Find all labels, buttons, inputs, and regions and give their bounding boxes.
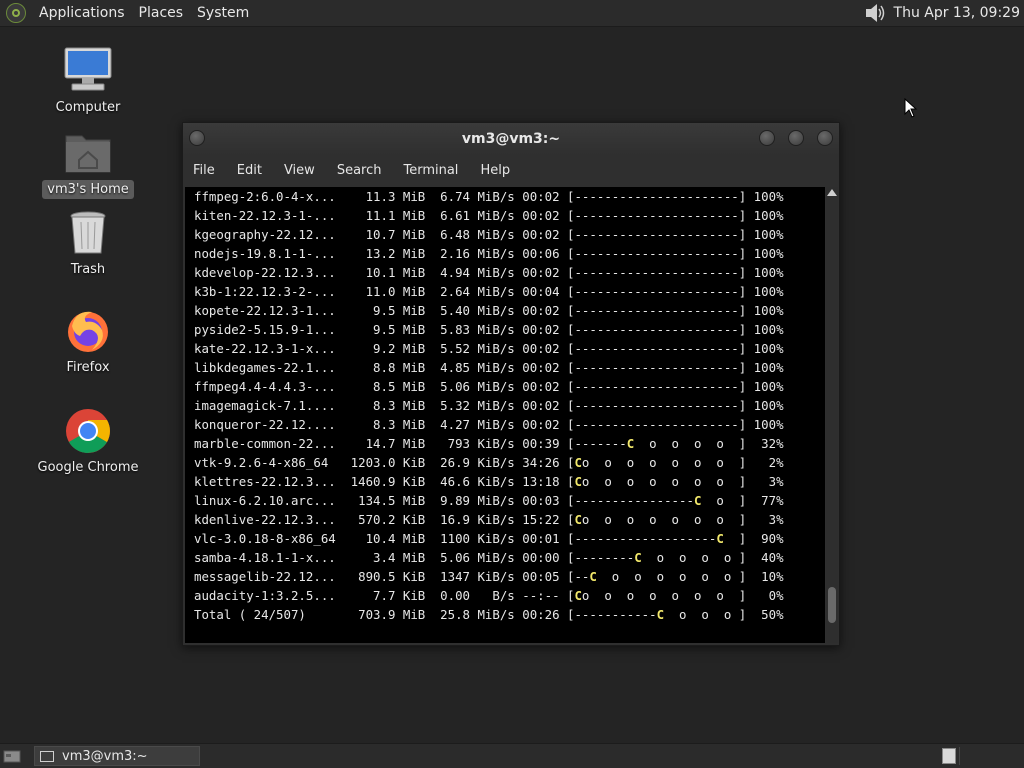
computer-icon: [62, 46, 114, 94]
menu-view[interactable]: View: [273, 163, 326, 178]
menu-edit[interactable]: Edit: [226, 163, 273, 178]
terminal-line: marble-common-22... 14.7 MiB 793 KiB/s 0…: [194, 436, 784, 451]
terminal-line: ffmpeg-2:6.0-4-x... 11.3 MiB 6.74 MiB/s …: [194, 189, 784, 204]
terminal-line: kopete-22.12.3-1... 9.5 MiB 5.40 MiB/s 0…: [194, 303, 784, 318]
scrollbar-thumb[interactable]: [828, 587, 836, 623]
terminal-line: linux-6.2.10.arc... 134.5 MiB 9.89 MiB/s…: [194, 493, 784, 508]
desktop-icon-label: Google Chrome: [37, 460, 139, 475]
terminal-line: kdevelop-22.12.3... 10.1 MiB 4.94 MiB/s …: [194, 265, 784, 280]
window-menubar: File Edit View Search Terminal Help: [183, 155, 839, 185]
terminal-line: imagemagick-7.1.... 8.3 MiB 5.32 MiB/s 0…: [194, 398, 784, 413]
menu-search[interactable]: Search: [326, 163, 393, 178]
terminal-window[interactable]: vm3@vm3:~ File Edit View Search Terminal…: [182, 122, 840, 646]
desktop-icon-label: Trash: [70, 262, 106, 277]
scroll-up-arrow-icon[interactable]: [827, 189, 837, 196]
terminal-line: Total ( 24/507) 703.9 MiB 25.8 MiB/s 00:…: [194, 607, 784, 622]
volume-icon[interactable]: [864, 3, 886, 23]
terminal-line: pyside2-5.15.9-1... 9.5 MiB 5.83 MiB/s 0…: [194, 322, 784, 337]
menu-help[interactable]: Help: [469, 163, 521, 178]
window-title: vm3@vm3:~: [461, 131, 561, 147]
terminal-line: vlc-3.0.18-8-x86_64 10.4 MiB 1100 KiB/s …: [194, 531, 784, 546]
workspace-switcher-2[interactable]: [959, 747, 988, 765]
distro-logo-icon[interactable]: [6, 3, 26, 23]
close-button[interactable]: [817, 130, 833, 146]
desktop-icon-home[interactable]: vm3's Home: [28, 128, 148, 199]
desktop-icon-chrome[interactable]: Google Chrome: [28, 406, 148, 477]
show-desktop-icon[interactable]: [2, 748, 22, 764]
terminal-line: vtk-9.2.6-4-x86_64 1203.0 KiB 26.9 KiB/s…: [194, 455, 784, 470]
top-panel: Applications Places System Thu Apr 13, 0…: [0, 0, 1024, 27]
terminal-line: klettres-22.12.3... 1460.9 KiB 46.6 KiB/…: [194, 474, 784, 489]
trash-icon: [62, 208, 114, 256]
terminal-text: ffmpeg-2:6.0-4-x... 11.3 MiB 6.74 MiB/s …: [185, 187, 825, 624]
desktop-icon-label: Computer: [55, 100, 121, 115]
terminal-line: samba-4.18.1-1-x... 3.4 MiB 5.06 MiB/s 0…: [194, 550, 784, 565]
terminal-output[interactable]: ffmpeg-2:6.0-4-x... 11.3 MiB 6.74 MiB/s …: [185, 187, 825, 643]
home-folder-icon: [62, 128, 114, 176]
mouse-pointer-icon: [904, 97, 918, 122]
terminal-line: messagelib-22.12... 890.5 KiB 1347 KiB/s…: [194, 569, 784, 584]
menu-applications[interactable]: Applications: [32, 5, 132, 21]
clock[interactable]: Thu Apr 13, 09:29: [894, 5, 1020, 21]
taskbar-item-label: vm3@vm3:~: [62, 748, 148, 764]
desktop-icon-label: Firefox: [66, 360, 110, 375]
terminal-line: libkdegames-22.1... 8.8 MiB 4.85 MiB/s 0…: [194, 360, 784, 375]
terminal-scrollbar[interactable]: [826, 187, 838, 643]
taskbar-item-terminal[interactable]: vm3@vm3:~: [34, 746, 200, 766]
firefox-icon: [62, 306, 114, 354]
terminal-line: kate-22.12.3-1-x... 9.2 MiB 5.52 MiB/s 0…: [194, 341, 784, 356]
terminal-line: nodejs-19.8.1-1-... 13.2 MiB 2.16 MiB/s …: [194, 246, 784, 261]
desktop-icon-firefox[interactable]: Firefox: [28, 306, 148, 377]
terminal-line: ffmpeg4.4-4.4.3-... 8.5 MiB 5.06 MiB/s 0…: [194, 379, 784, 394]
window-titlebar[interactable]: vm3@vm3:~: [183, 123, 839, 155]
maximize-button[interactable]: [788, 130, 804, 146]
terminal-icon: [40, 750, 54, 762]
menu-file[interactable]: File: [183, 163, 226, 178]
menu-terminal[interactable]: Terminal: [392, 163, 469, 178]
terminal-line: k3b-1:22.12.3-2-... 11.0 MiB 2.64 MiB/s …: [194, 284, 784, 299]
minimize-button[interactable]: [759, 130, 775, 146]
terminal-line: konqueror-22.12.... 8.3 MiB 4.27 MiB/s 0…: [194, 417, 784, 432]
desktop-icon-label: vm3's Home: [42, 180, 134, 199]
terminal-line: audacity-1:3.2.5... 7.7 KiB 0.00 B/s --:…: [194, 588, 784, 603]
bottom-panel: vm3@vm3:~: [0, 743, 1024, 768]
menu-places[interactable]: Places: [132, 5, 191, 21]
window-menu-button[interactable]: [189, 130, 205, 146]
terminal-line: kgeography-22.12... 10.7 MiB 6.48 MiB/s …: [194, 227, 784, 242]
terminal-line: kdenlive-22.12.3... 570.2 KiB 16.9 KiB/s…: [194, 512, 784, 527]
chrome-icon: [62, 406, 114, 454]
workspace-switcher-1[interactable]: [942, 748, 956, 764]
menu-system[interactable]: System: [190, 5, 256, 21]
desktop-icon-computer[interactable]: Computer: [28, 46, 148, 117]
terminal-line: kiten-22.12.3-1-... 11.1 MiB 6.61 MiB/s …: [194, 208, 784, 223]
desktop-icon-trash[interactable]: Trash: [28, 208, 148, 279]
